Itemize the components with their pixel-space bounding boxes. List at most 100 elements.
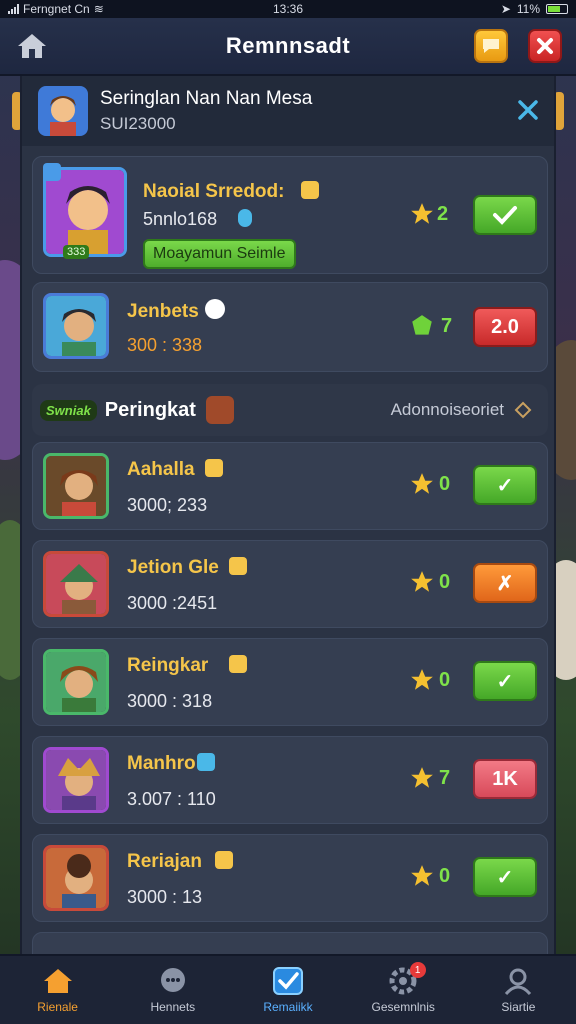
close-icon	[518, 100, 538, 120]
entry-accept-button[interactable]: ✓	[473, 857, 537, 897]
section-filter-label[interactable]: Adonnoiseoriet	[391, 400, 504, 420]
entry-avatar	[43, 551, 109, 617]
second-score: 300 : 338	[127, 335, 203, 355]
entry-score: 3000 : 13	[127, 887, 203, 907]
signal-icon	[8, 4, 19, 14]
leaderboard-panel: Seringlan Nan Nan Mesa SUI23000 333 Naoi…	[20, 76, 556, 954]
entry-name: Manhro	[127, 753, 196, 774]
star-icon	[411, 865, 433, 886]
carrier-label: Ferngnet Cn	[23, 2, 90, 16]
entry-score: 3000; 233	[127, 495, 208, 515]
list-item[interactable]: Aahalla 3000; 233 0 ✓	[32, 442, 548, 530]
ranking-section-header: Swniak Peringkat Adonnoiseoriet	[32, 384, 548, 436]
entry-name: Reriajan	[127, 851, 202, 872]
entry-count: 0	[439, 473, 451, 495]
entry-decline-button[interactable]: ✗	[473, 563, 537, 603]
gem-green-icon	[412, 315, 432, 335]
nav-label: Remaiikk	[263, 1000, 313, 1014]
nav-label: Siartie	[501, 1000, 536, 1014]
title-badge-icon	[205, 459, 223, 477]
entry-avatar	[43, 845, 109, 911]
title-badge-icon	[197, 753, 215, 771]
title-badge-icon	[215, 851, 233, 869]
star-icon	[411, 571, 433, 592]
star-icon	[411, 203, 433, 224]
entry-name: Jetion Gle	[127, 557, 219, 578]
second-entry[interactable]: Jenbets 300 : 338 7 2.0	[32, 282, 548, 372]
entry-accept-button[interactable]: ✓	[473, 465, 537, 505]
entry-action-button[interactable]: 1K	[473, 759, 537, 799]
section-avatar-icon	[205, 396, 234, 424]
clock: 13:36	[272, 2, 304, 16]
featured-action-pill[interactable]: Moayamun Seimle	[143, 239, 296, 269]
second-action-button[interactable]: 2.0	[473, 307, 537, 347]
battery-icon	[546, 4, 569, 14]
nav-item-chat[interactable]: Hennets	[115, 956, 230, 1024]
featured-level: 333	[63, 245, 90, 259]
second-avatar	[43, 293, 109, 359]
nav-item-settings[interactable]: 1 Gesemnlnis	[346, 956, 461, 1024]
entry-score: 3000 : 318	[127, 691, 213, 711]
list-item[interactable]: Reingkar 3000 : 318 0 ✓	[32, 638, 548, 726]
featured-accept-button[interactable]	[473, 195, 537, 235]
nav-label: Hennets	[150, 1000, 196, 1014]
list-item[interactable]: Jetion Gle 3000 :2451 0 ✗	[32, 540, 548, 628]
player-name: Seringlan Nan Nan Mesa	[100, 88, 313, 109]
title-badge-icon	[229, 655, 247, 673]
star-icon	[411, 473, 433, 494]
featured-score: 5nnlo168	[143, 209, 218, 229]
entry-name: Aahalla	[127, 459, 195, 480]
title-badge-icon	[229, 557, 247, 575]
entry-avatar	[43, 747, 109, 813]
chat-button[interactable]	[474, 29, 508, 63]
profile-icon	[505, 968, 532, 996]
player-avatar	[38, 86, 88, 136]
star-icon	[411, 669, 433, 690]
entry-score: 3.007 : 110	[127, 789, 216, 809]
close-button[interactable]	[528, 29, 562, 63]
location-icon: ➤	[500, 2, 511, 16]
diamond-icon[interactable]	[514, 401, 532, 419]
list-item[interactable]: Reriajan 3000 : 13 0 ✓	[32, 834, 548, 922]
info-icon	[205, 299, 225, 319]
second-count: 7	[441, 315, 453, 337]
wifi-icon: ≋	[93, 2, 104, 16]
nav-item-tasks[interactable]: Remaiikk	[230, 956, 345, 1024]
header-close-button[interactable]	[514, 96, 542, 124]
second-name: Jenbets	[127, 301, 199, 322]
status-bar: Ferngnet Cn ≋ 13:36 ➤ 11%	[0, 0, 576, 18]
top-bar: Remnnsadt	[0, 18, 576, 76]
entry-avatar	[43, 453, 109, 519]
entry-accept-button[interactable]: ✓	[473, 661, 537, 701]
title-badge-icon	[301, 181, 319, 199]
check-icon	[493, 206, 517, 225]
list-item-partial[interactable]	[32, 932, 548, 954]
chat-bubble-icon	[160, 968, 185, 992]
home-icon	[43, 969, 72, 993]
nav-item-home[interactable]: Rienale	[0, 956, 115, 1024]
entry-count: 0	[439, 571, 451, 593]
nav-item-profile[interactable]: Siartie	[461, 956, 576, 1024]
entry-count: 0	[439, 669, 451, 691]
bottom-nav: Rienale Hennets Remaiikk 1 Gesemnlnis Si…	[0, 954, 576, 1024]
player-id: SUI23000	[100, 114, 176, 133]
close-icon	[537, 38, 553, 54]
entry-count: 7	[439, 767, 451, 789]
home-icon	[18, 34, 46, 58]
nav-label: Gesemnlnis	[371, 1000, 435, 1014]
rank-badge-icon	[43, 163, 61, 181]
home-button[interactable]	[14, 28, 50, 64]
player-header: Seringlan Nan Nan Mesa SUI23000	[22, 76, 554, 146]
battery-percent: 11%	[516, 2, 541, 16]
entry-avatar	[43, 649, 109, 715]
entry-score: 3000 :2451	[127, 593, 218, 613]
checkbox-icon	[273, 967, 303, 995]
entry-count: 0	[439, 865, 451, 887]
section-title: Peringkat	[104, 398, 196, 421]
section-logo: Swniak	[40, 399, 97, 421]
featured-star-count: 2	[437, 203, 449, 225]
list-item[interactable]: Manhro 3.007 : 110 7 1K	[32, 736, 548, 824]
featured-name: Naoial Srredod:	[143, 181, 285, 202]
notification-badge: 1	[409, 962, 426, 978]
featured-entry[interactable]: 333 Naoial Srredod: 5nnlo168 Moayamun Se…	[32, 156, 548, 274]
